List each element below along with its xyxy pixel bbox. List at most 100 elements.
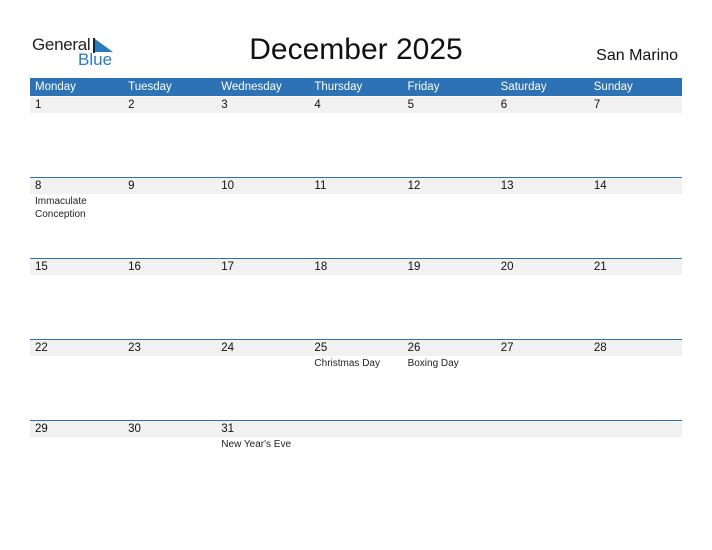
holiday-label <box>123 113 208 114</box>
day-number: 13 <box>500 180 514 192</box>
day-number: 30 <box>128 423 141 435</box>
holiday-label <box>589 194 674 195</box>
day-cell: 8 Immaculate Conception <box>30 178 123 256</box>
day-number: 5 <box>407 99 414 111</box>
holiday-label <box>30 275 115 276</box>
day-number: 9 <box>128 180 135 192</box>
holiday-label: Boxing Day <box>407 358 459 369</box>
holiday-label <box>30 356 115 357</box>
holiday-label <box>403 113 488 114</box>
day-cell: 20 <box>496 259 589 337</box>
holiday-label <box>216 356 301 357</box>
day-number: 14 <box>593 180 607 192</box>
day-cell: 22 <box>30 340 123 418</box>
holiday-label <box>30 437 115 438</box>
day-cell: 15 <box>30 259 123 337</box>
day-cell: 7 <box>589 97 682 175</box>
holiday-label <box>496 194 581 195</box>
day-number: 20 <box>500 261 514 273</box>
day-number: 23 <box>128 342 141 354</box>
holiday-label <box>496 113 581 114</box>
day-cell: 13 <box>496 178 589 256</box>
day-cell: 2 <box>123 97 216 175</box>
day-cell: 11 <box>309 178 402 256</box>
day-number: 15 <box>35 261 48 273</box>
day-cell: 29 <box>30 421 123 499</box>
day-number: 28 <box>593 342 607 354</box>
day-number: 29 <box>35 423 48 435</box>
day-number: 16 <box>128 261 141 273</box>
holiday-label <box>216 113 301 114</box>
day-cell: 19 <box>403 259 496 337</box>
day-cell: 14 <box>589 178 682 256</box>
week-row: 8 Immaculate Conception 9 10 11 12 13 14 <box>30 177 682 257</box>
day-cell: 10 <box>216 178 309 256</box>
holiday-label <box>30 113 115 114</box>
holiday-label: Immaculate Conception <box>35 196 87 220</box>
day-number: 24 <box>221 342 235 354</box>
holiday-label <box>403 194 488 195</box>
holiday-label <box>589 421 674 422</box>
holiday-label <box>216 275 301 276</box>
day-number: 1 <box>35 99 42 111</box>
day-number: 2 <box>128 99 135 111</box>
day-number: 6 <box>500 99 508 111</box>
day-cell: 31 New Year's Eve <box>216 421 309 499</box>
day-cell: 6 <box>496 97 589 175</box>
day-number: 19 <box>407 261 421 273</box>
holiday-label <box>216 194 301 195</box>
weekday-friday: Friday <box>407 81 440 93</box>
day-cell: 1 <box>30 97 123 175</box>
holiday-label <box>309 421 394 422</box>
week-row: 29 30 31 New Year's Eve <box>30 420 682 500</box>
weekday-wednesday: Wednesday <box>221 81 282 93</box>
day-number: 4 <box>314 99 321 111</box>
holiday-label <box>589 275 674 276</box>
day-number: 8 <box>35 180 42 192</box>
holiday-label <box>589 356 674 357</box>
day-cell <box>403 421 496 499</box>
holiday-label <box>309 194 394 195</box>
day-number: 10 <box>221 180 235 192</box>
week-row: 15 16 17 18 19 20 21 <box>30 258 682 338</box>
day-cell: 26 Boxing Day <box>403 340 496 418</box>
day-number: 11 <box>314 180 327 192</box>
day-cell: 16 <box>123 259 216 337</box>
holiday-label <box>123 356 208 357</box>
day-number: 26 <box>407 342 421 354</box>
holiday-label <box>496 275 581 276</box>
day-cell: 24 <box>216 340 309 418</box>
weekday-tuesday: Tuesday <box>128 81 172 93</box>
day-cell <box>309 421 402 499</box>
day-number: 18 <box>314 261 328 273</box>
day-number: 31 <box>221 423 235 435</box>
day-cell: 30 <box>123 421 216 499</box>
holiday-label <box>123 275 208 276</box>
holiday-label <box>403 421 488 422</box>
day-cell: 9 <box>123 178 216 256</box>
day-number: 22 <box>35 342 48 354</box>
day-cell: 4 <box>309 97 402 175</box>
holiday-label <box>589 113 674 114</box>
week-row: 1 2 3 4 5 6 7 <box>30 96 682 176</box>
weekday-thursday: Thursday <box>314 81 363 93</box>
holiday-label: New Year's Eve <box>221 439 292 450</box>
day-cell <box>589 421 682 499</box>
day-cell: 28 <box>589 340 682 418</box>
day-number: 7 <box>593 99 601 111</box>
holiday-label <box>496 421 581 422</box>
day-number: 12 <box>407 180 421 192</box>
weekday-monday: Monday <box>35 81 76 93</box>
day-cell: 23 <box>123 340 216 418</box>
holiday-label <box>309 275 394 276</box>
day-number: 3 <box>221 99 228 111</box>
weekday-header: Monday Tuesday Wednesday Thursday Friday… <box>30 78 682 96</box>
holiday-label <box>309 113 394 114</box>
day-number: 21 <box>593 261 607 273</box>
holiday-label: Christmas Day <box>314 358 380 369</box>
day-cell: 17 <box>216 259 309 337</box>
country-label: San Marino <box>596 47 678 64</box>
day-cell: 12 <box>403 178 496 256</box>
day-cell <box>496 421 589 499</box>
day-cell: 25 Christmas Day <box>309 340 402 418</box>
